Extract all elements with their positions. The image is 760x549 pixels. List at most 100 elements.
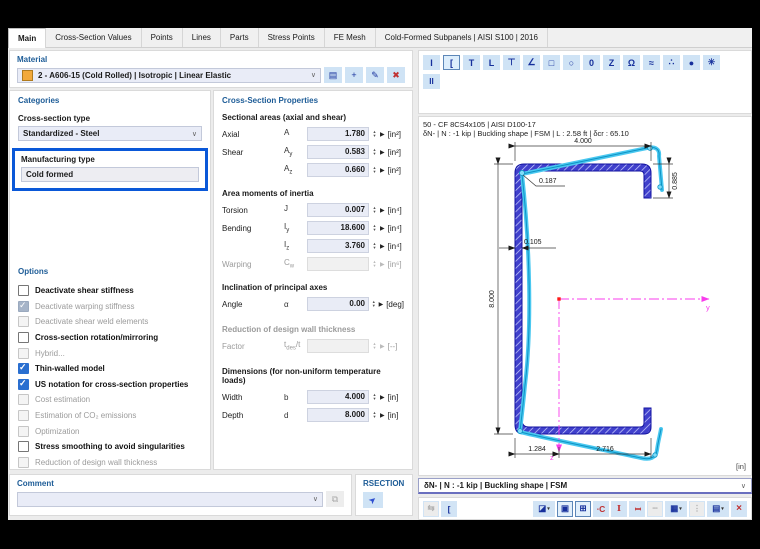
value-field[interactable]: 8.000 [307, 408, 369, 422]
value-field[interactable]: 3.760 [307, 239, 369, 253]
tab-fe-mesh[interactable]: FE Mesh [325, 28, 376, 47]
close-zoom-button[interactable]: × [731, 500, 747, 517]
expand-arrow-icon[interactable]: ▶ [380, 225, 385, 232]
tab-bar: Main Cross-Section Values Points Lines P… [8, 28, 752, 48]
show-axes-button[interactable]: I [629, 500, 645, 517]
tab-main[interactable]: Main [8, 28, 47, 48]
double-i-section-button[interactable]: II [423, 74, 440, 89]
value-field[interactable]: 18.600 [307, 221, 369, 235]
manufacturing-type-combobox[interactable]: Cold formed [21, 167, 199, 182]
property-symbol: tdes/t [284, 340, 301, 352]
expand-arrow-icon[interactable]: ▶ [380, 149, 385, 156]
option-us-notation[interactable]: ✓ US notation for cross-section propertie… [18, 377, 202, 393]
value-field[interactable]: 0.583 [307, 145, 369, 159]
option-deactivate-shear-weld-elements: ✓ Deactivate shear weld elements [18, 314, 202, 330]
caret-down-icon: ▾ [679, 505, 682, 512]
tab-lines[interactable]: Lines [183, 28, 221, 47]
round-section-button[interactable]: ○ [563, 55, 580, 70]
value-field[interactable]: 0.007 [307, 203, 369, 217]
effective-parts-icon: ⊞ [579, 503, 587, 513]
spinner[interactable]: ▴ ▾ [371, 410, 378, 419]
option-deactivate-shear-stiffness[interactable]: ✓ Deactivate shear stiffness [18, 283, 202, 299]
spinner[interactable]: ▴ ▾ [371, 205, 378, 214]
spinner[interactable]: ▴ ▾ [371, 147, 378, 156]
expand-arrow-icon[interactable]: ▶ [380, 207, 385, 214]
show-table-button[interactable]: ▦ ▾ [665, 500, 687, 517]
show-effective-parts-button[interactable]: ⊞ [575, 500, 591, 517]
option-thin-walled-model[interactable]: ✓ Thin-walled model [18, 361, 202, 377]
comment-combobox[interactable]: ∨ [17, 491, 323, 507]
unit-label: [in⁴] [387, 241, 402, 251]
show-section-button[interactable]: ▣ [557, 500, 573, 517]
value-field[interactable]: 0.00 [307, 297, 369, 311]
expand-arrow-icon[interactable]: ▶ [380, 131, 385, 138]
checkbox-icon[interactable]: ✓ [18, 285, 29, 297]
option-cross-section-rotation[interactable]: ✓ Cross-section rotation/mirroring [18, 330, 202, 346]
point-section-button[interactable]: ∴ [663, 55, 680, 70]
expand-arrow-icon[interactable]: ▶ [380, 412, 385, 419]
value-field[interactable]: 1.780 [307, 127, 369, 141]
value-field[interactable]: 4.000 [307, 390, 369, 404]
expand-arrow-icon[interactable]: ▶ [380, 167, 385, 174]
option-stress-smoothing[interactable]: ✓ Stress smoothing to avoid singularities [18, 439, 202, 455]
checkbox-icon[interactable]: ✓ [18, 378, 29, 390]
spinner[interactable]: ▴ ▾ [371, 223, 378, 232]
pipe-section-button[interactable]: 0 [583, 55, 600, 70]
l-section-button[interactable]: L [483, 55, 500, 70]
option-deactivate-warping-stiffness: ✓ Deactivate warping stiffness [18, 299, 202, 315]
print-button[interactable]: ▤ ▾ [707, 500, 729, 517]
spinner[interactable]: ▴ ▾ [371, 165, 378, 174]
render-mode-button[interactable]: ◪ ▾ [533, 500, 555, 517]
z-section-button[interactable]: Z [603, 55, 620, 70]
tab-points[interactable]: Points [142, 28, 183, 47]
result-combobox[interactable]: δN- | N : -1 kip | Buckling shape | FSM … [418, 478, 752, 494]
spinner[interactable]: ▴ ▾ [371, 299, 377, 308]
tab-cross-section-values[interactable]: Cross-Section Values [46, 28, 142, 47]
property-label: Warping [222, 259, 252, 269]
show-dimensions-button[interactable]: I [611, 500, 627, 517]
solid-round-section-button[interactable]: ● [683, 55, 700, 70]
send-arrow-icon: ➤ [366, 493, 379, 506]
c-section-button[interactable]: [ [443, 55, 460, 70]
new-material-icon: + [351, 70, 357, 80]
value-field[interactable]: 0.660 [307, 163, 369, 177]
checkbox-icon[interactable]: ✓ [18, 332, 29, 344]
spinner[interactable]: ▴ ▾ [371, 129, 378, 138]
library-icon: ▤ [328, 69, 338, 80]
new-material-button[interactable]: + [345, 67, 363, 83]
expand-arrow-icon[interactable]: ▶ [380, 243, 385, 250]
unit-label: [deg] [386, 299, 404, 309]
corrugated-section-button[interactable]: ≈ [643, 55, 660, 70]
box-section-button[interactable]: □ [543, 55, 560, 70]
value-field [307, 257, 369, 271]
result-value: δN- | N : -1 kip | Buckling shape | FSM [424, 481, 568, 490]
star-section-button[interactable]: ✳ [703, 55, 720, 70]
material-library-button[interactable]: ▤ [324, 67, 342, 83]
t-section-button[interactable]: T [463, 55, 480, 70]
checkbox-icon[interactable]: ✓ [18, 441, 29, 453]
copy-comment-button[interactable]: ⧉ [326, 491, 344, 507]
omega-section-button[interactable]: Ω [623, 55, 640, 70]
material-combobox[interactable]: 2 - A606-15 (Cold Rolled) | Isotropic | … [17, 67, 321, 83]
checkbox-icon[interactable]: ✓ [18, 362, 29, 375]
hat-section-button[interactable]: ⊤ [503, 55, 520, 70]
angle-section-button[interactable]: ∠ [523, 55, 540, 70]
rsection-export-button[interactable]: ➤ [363, 492, 383, 508]
tab-parts[interactable]: Parts [221, 28, 259, 47]
spinner[interactable]: ▴ ▾ [371, 392, 378, 401]
expand-arrow-icon[interactable]: ▶ [379, 301, 384, 308]
expand-arrow-icon[interactable]: ▶ [380, 394, 385, 401]
comment-header: Comment [17, 479, 54, 488]
c-profile-button[interactable]: [ [441, 500, 457, 517]
i-section-button[interactable]: I [423, 55, 440, 70]
categories-options-panel: Categories Cross-section type Standardiz… [9, 90, 211, 470]
delete-material-button[interactable]: ✖ [387, 67, 405, 83]
tab-stress-points[interactable]: Stress Points [259, 28, 325, 47]
option-label: Deactivate shear stiffness [35, 286, 134, 296]
spinner[interactable]: ▴ ▾ [371, 241, 378, 250]
cross-section-type-combobox[interactable]: Standardized - Steel ∨ [18, 126, 202, 141]
edit-material-button[interactable]: ✎ [366, 67, 384, 83]
tab-cold-formed-subpanels[interactable]: Cold-Formed Subpanels | AISI S100 | 2016 [376, 28, 548, 47]
show-stress-points-button[interactable]: ∙C [593, 500, 609, 517]
rsection-window: Main Cross-Section Values Points Lines P… [8, 28, 752, 520]
